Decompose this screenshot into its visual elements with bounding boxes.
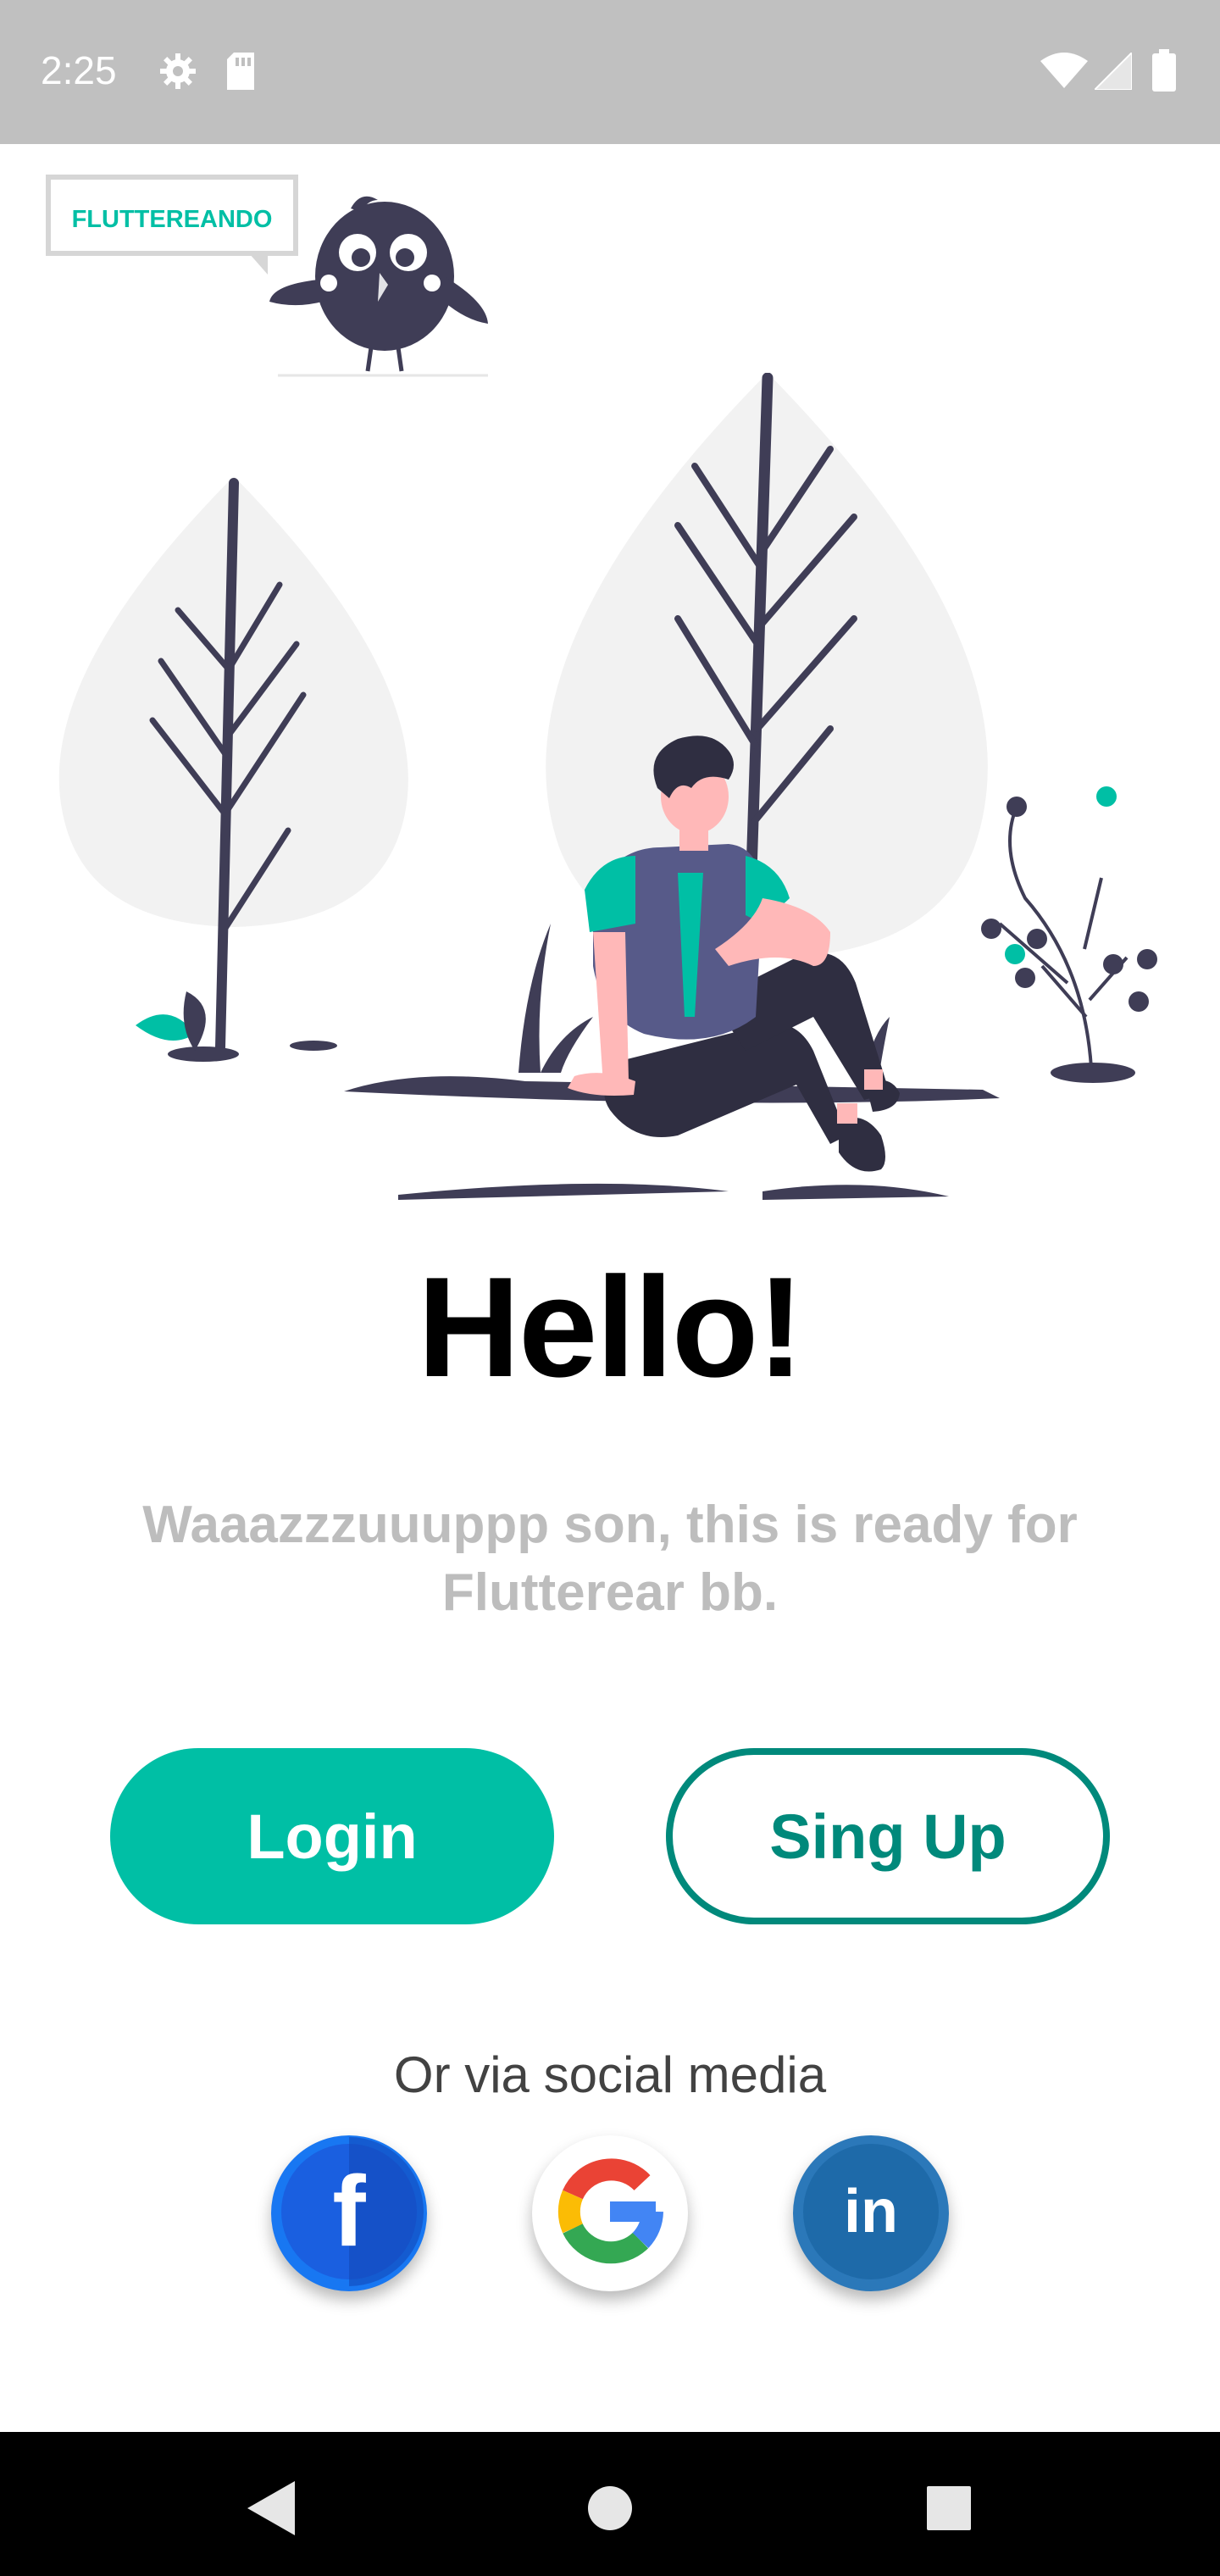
wifi-icon	[1040, 53, 1088, 94]
logo-text: FLUTTEREANDO	[72, 206, 273, 233]
google-button[interactable]	[532, 2135, 688, 2291]
login-button-label: Login	[247, 1801, 418, 1872]
facebook-icon: f	[271, 2134, 427, 2294]
facebook-button[interactable]: f	[271, 2135, 427, 2291]
linkedin-icon: in	[793, 2134, 949, 2294]
login-button[interactable]: Login	[110, 1748, 554, 1924]
battery-icon	[1152, 49, 1176, 96]
signal-icon	[1092, 50, 1133, 94]
status-bar: 2:25	[0, 0, 1220, 144]
fluttereando-logo: FLUTTEREANDO	[46, 175, 503, 386]
home-icon[interactable]	[576, 2474, 644, 2542]
signup-button[interactable]: Sing Up	[666, 1748, 1110, 1924]
svg-text:in: in	[844, 2178, 898, 2246]
linkedin-button[interactable]: in	[793, 2135, 949, 2291]
google-icon	[532, 2134, 688, 2294]
page-subtitle: Waaazzzuuuppp son, this is ready for Flu…	[142, 1496, 1078, 1622]
recents-icon[interactable]	[915, 2474, 983, 2542]
back-icon[interactable]	[237, 2474, 305, 2542]
signup-button-label: Sing Up	[769, 1801, 1006, 1872]
hero-illustration	[51, 372, 1186, 1212]
svg-text:f: f	[332, 2156, 366, 2268]
page-title: Hello!	[417, 1247, 805, 1407]
sd-card-icon	[224, 51, 258, 96]
navigation-bar	[0, 2432, 1220, 2576]
social-caption: Or via social media	[393, 2046, 827, 2103]
welcome-screen: FLUTTEREANDO Hello! Waaazzzuuuppp son, t…	[0, 144, 1220, 2432]
settings-icon	[158, 51, 198, 96]
status-time: 2:25	[41, 48, 117, 92]
